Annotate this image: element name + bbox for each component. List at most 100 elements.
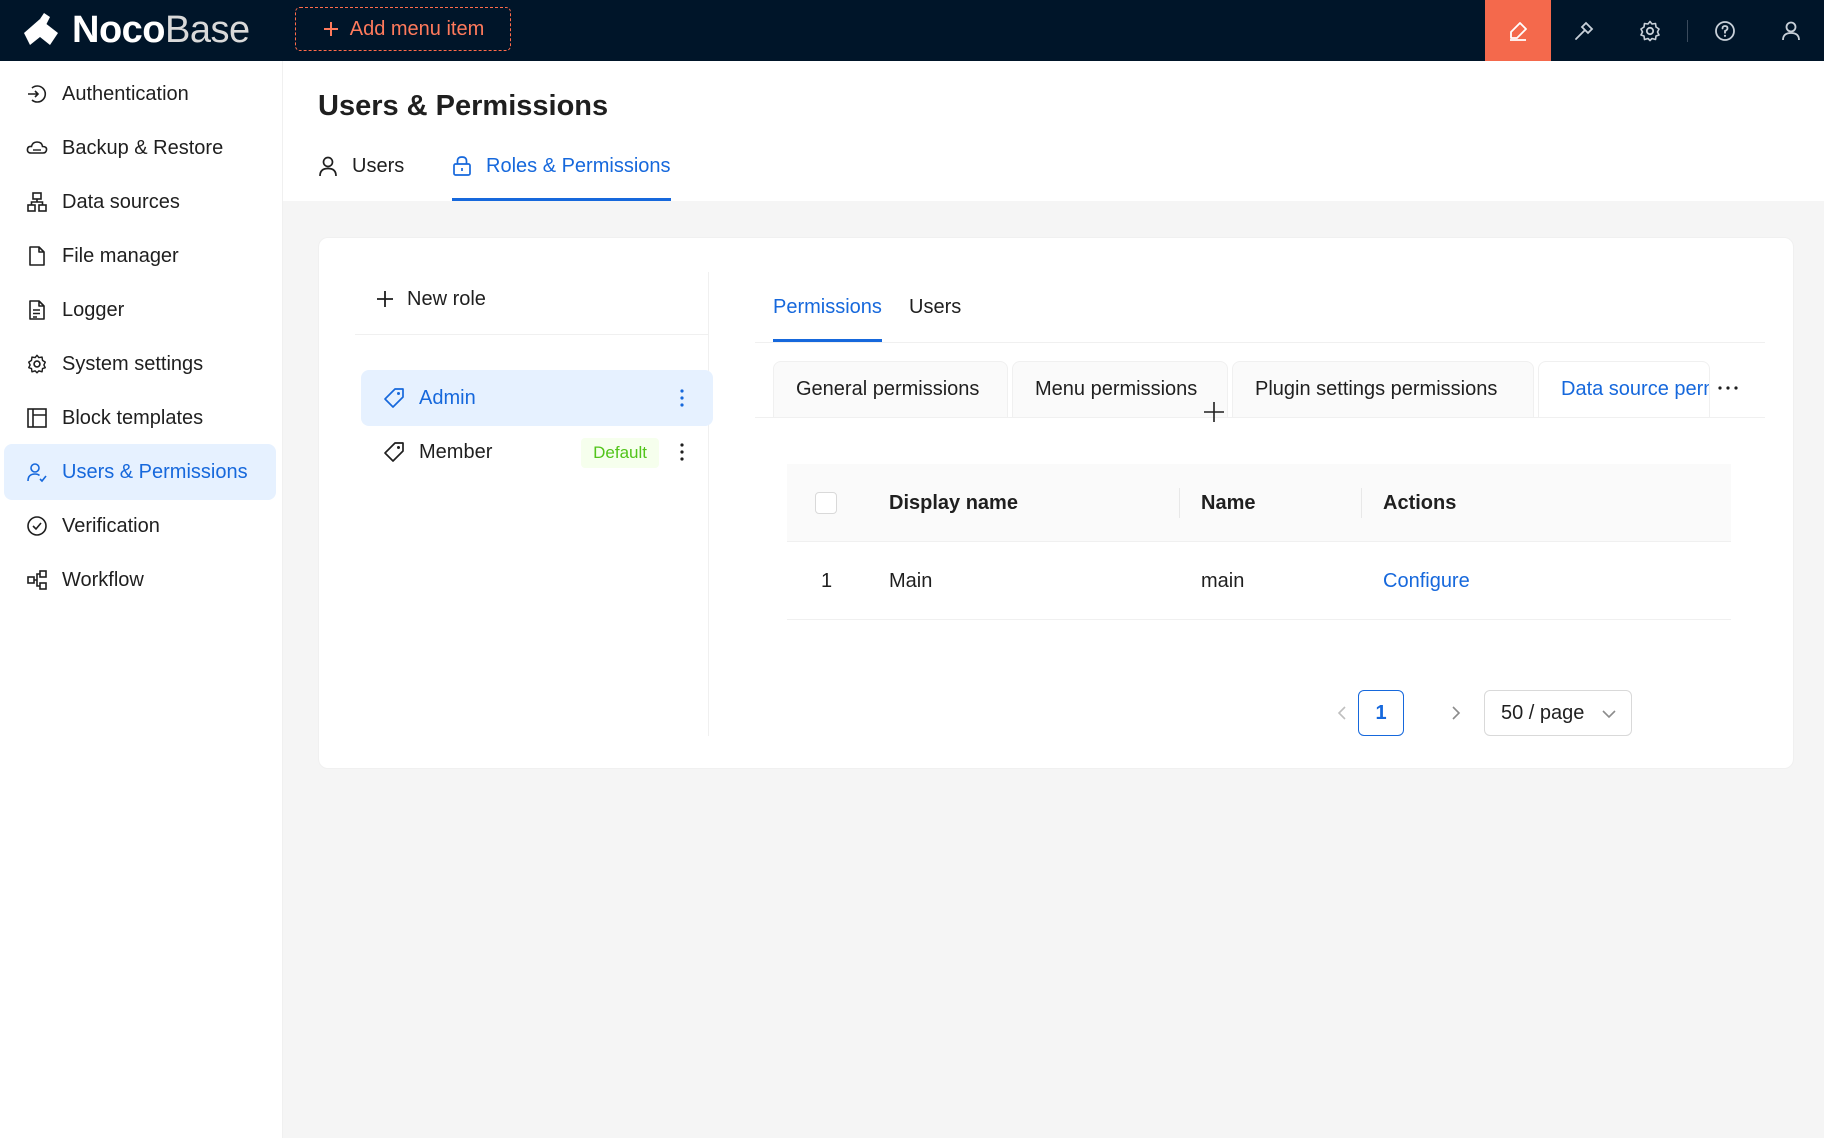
role-label: Member — [419, 440, 493, 463]
database-icon — [26, 191, 48, 213]
sidebar-item-label: Authentication — [62, 82, 189, 105]
tab-menu-permissions[interactable]: Menu permissions — [1012, 361, 1228, 417]
page-size-select[interactable]: 50 / page — [1484, 690, 1632, 736]
sidebar-item-label: Block templates — [62, 406, 204, 429]
tab-label: Users — [352, 155, 405, 177]
log-file-icon — [26, 299, 48, 321]
row-index: 1 — [821, 569, 833, 592]
settings-button[interactable] — [1617, 0, 1683, 61]
sidebar-item-block-templates[interactable]: Block templates — [4, 390, 276, 446]
sidebar-item-backup-restore[interactable]: Backup & Restore — [4, 120, 276, 176]
column-display-name: Display name — [889, 491, 1018, 514]
role-item-member[interactable]: Member Default — [361, 424, 713, 480]
logo-text: NocoBase — [72, 9, 250, 51]
column-name: Name — [1201, 491, 1256, 514]
tab-plugin-settings-permissions[interactable]: Plugin settings permissions — [1232, 361, 1534, 417]
tab-data-source-permissions[interactable]: Data source permissions — [1538, 361, 1710, 417]
column-separator — [1179, 488, 1180, 518]
sidebar-item-data-sources[interactable]: Data sources — [4, 174, 276, 230]
plugin-icon — [1575, 21, 1594, 40]
user-icon — [1782, 21, 1800, 40]
plus-icon — [323, 22, 338, 36]
file-icon — [26, 245, 48, 267]
sidebar-item-label: Logger — [62, 298, 125, 321]
chevron-left-icon — [1337, 706, 1346, 720]
tab-label: Roles & Permissions — [486, 155, 671, 177]
add-menu-item-button[interactable]: Add menu item — [295, 7, 511, 51]
cell-name: main — [1201, 569, 1245, 592]
ui-editor-button[interactable] — [1485, 0, 1551, 61]
more-vertical-icon[interactable] — [679, 388, 685, 408]
sidebar-item-logger[interactable]: Logger — [4, 282, 276, 338]
chevron-right-icon — [1452, 706, 1461, 720]
sidebar-item-workflow[interactable]: Workflow — [4, 552, 276, 608]
cloud-icon — [26, 137, 48, 159]
divider — [755, 342, 1765, 343]
more-vertical-icon[interactable] — [679, 442, 685, 462]
select-all-checkbox[interactable] — [815, 492, 837, 514]
roles-list: New role Admin Member Default — [355, 272, 713, 736]
sidebar-item-verification[interactable]: Verification — [4, 498, 276, 554]
sidebar-item-system-settings[interactable]: System settings — [4, 336, 276, 392]
sidebar-item-users-permissions[interactable]: Users & Permissions — [4, 444, 276, 500]
sidebar-item-label: Workflow — [62, 568, 144, 591]
new-role-label: New role — [407, 287, 486, 310]
add-menu-item-label: Add menu item — [349, 17, 485, 40]
new-role-button[interactable]: New role — [375, 284, 486, 314]
sidebar: Authentication Backup & Restore Data sou… — [0, 61, 283, 1138]
login-icon — [26, 83, 48, 105]
next-page-button[interactable] — [1441, 690, 1471, 736]
page-title: Users & Permissions — [318, 90, 609, 122]
user-icon — [319, 156, 337, 177]
sidebar-item-label: Verification — [62, 514, 160, 537]
chevron-down-icon — [1602, 710, 1616, 719]
users-icon — [26, 461, 48, 483]
prev-page-button[interactable] — [1327, 690, 1357, 736]
topbar-divider — [1687, 19, 1688, 42]
layout-icon — [26, 407, 48, 429]
tab-role-users[interactable]: Users — [909, 296, 961, 342]
logo[interactable]: NocoBase — [20, 0, 250, 61]
plugin-manager-button[interactable] — [1551, 0, 1617, 61]
permissions-panel: Permissions Users General permissions Me… — [755, 272, 1765, 736]
sidebar-item-label: System settings — [62, 352, 204, 375]
default-badge: Default — [581, 438, 659, 468]
page-size-value: 50 / page — [1501, 701, 1585, 724]
lock-icon — [453, 156, 471, 176]
tab-permissions[interactable]: Permissions — [773, 296, 882, 342]
sidebar-item-file-manager[interactable]: File manager — [4, 228, 276, 284]
column-separator — [1361, 488, 1362, 518]
help-icon — [1715, 20, 1735, 41]
more-tabs-icon[interactable] — [1713, 376, 1743, 400]
page-1-button[interactable]: 1 — [1358, 690, 1404, 736]
column-actions: Actions — [1383, 491, 1457, 514]
crosshair-cursor-icon — [1204, 402, 1224, 422]
tab-roles-permissions[interactable]: Roles & Permissions — [452, 155, 671, 201]
topbar-actions — [1485, 0, 1824, 61]
sidebar-item-authentication[interactable]: Authentication — [4, 66, 276, 122]
page-header: Users & Permissions Users Roles & Permis… — [283, 61, 1824, 201]
check-circle-icon — [26, 515, 48, 537]
tab-general-permissions[interactable]: General permissions — [773, 361, 1008, 417]
roles-permissions-card: New role Admin Member Default Permission… — [318, 237, 1794, 769]
divider — [355, 334, 709, 335]
tab-users[interactable]: Users — [318, 155, 404, 201]
sidebar-item-label: Users & Permissions — [62, 460, 248, 483]
gear-icon — [26, 353, 48, 375]
help-button[interactable] — [1692, 0, 1758, 61]
top-bar: NocoBase Add menu item — [0, 0, 1824, 61]
tag-icon — [384, 442, 404, 462]
sidebar-item-label: Backup & Restore — [62, 136, 224, 159]
table-row: 1 Main main Configure — [787, 542, 1731, 620]
logo-icon — [24, 12, 58, 45]
user-menu-button[interactable] — [1758, 0, 1824, 61]
tag-icon — [384, 388, 404, 408]
plus-icon — [377, 291, 393, 307]
role-item-admin[interactable]: Admin — [361, 370, 713, 426]
sidebar-item-label: Data sources — [62, 190, 180, 213]
configure-link[interactable]: Configure — [1383, 542, 1470, 620]
sidebar-item-label: File manager — [62, 244, 179, 267]
role-label: Admin — [419, 386, 476, 409]
highlighter-icon — [1510, 21, 1527, 41]
table-header: Display name Name Actions — [787, 464, 1731, 542]
